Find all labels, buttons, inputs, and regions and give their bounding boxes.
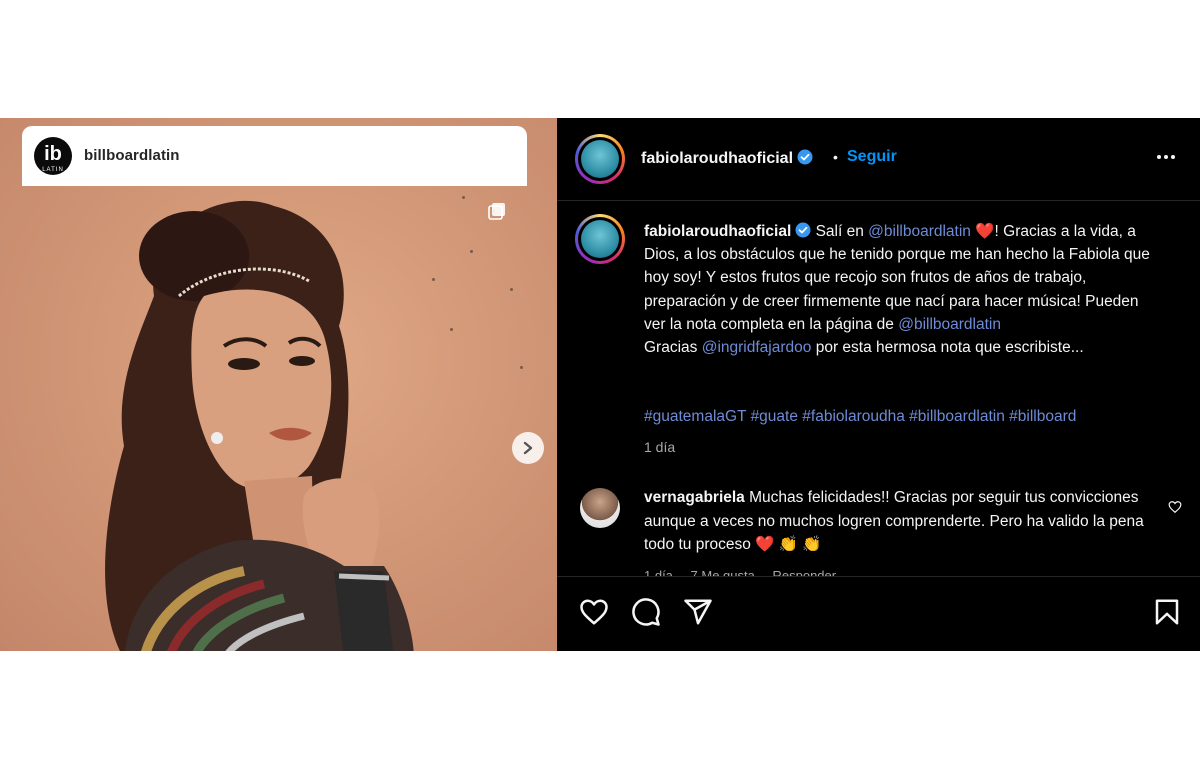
hashtag-link[interactable]: #guatemalaGT [644, 408, 746, 425]
mention-link[interactable]: @ingridfajardoo [702, 339, 812, 356]
embedded-post-card: ib LATIN billboardlatin [22, 126, 544, 651]
author-username: fabiolaroudhaoficial [641, 150, 794, 167]
comment-emojis: ❤️ 👏 👏 [755, 536, 822, 553]
embedded-username[interactable]: billboardlatin [84, 147, 180, 164]
chevron-right-icon [523, 441, 533, 455]
caption-username[interactable]: fabiolaroudhaoficial [644, 223, 791, 240]
hashtag-link[interactable]: #billboard [1009, 408, 1076, 425]
avatar-subtext: LATIN [42, 167, 64, 173]
author-avatar[interactable] [575, 134, 625, 184]
caption-part: por esta hermosa nota que escribiste... [815, 339, 1084, 357]
billboard-latin-avatar[interactable]: ib LATIN [34, 137, 72, 175]
post-header: fabiolaroudhaoficial • Seguir [557, 118, 1200, 201]
embedded-post-header: ib LATIN billboardlatin [22, 126, 527, 186]
caption-part: Gracias [644, 339, 698, 357]
post-image-panel: ib LATIN billboardlatin [0, 118, 557, 651]
caption-part: Salí en [815, 223, 864, 240]
heart-outline-icon[interactable] [579, 597, 609, 627]
avatar-text: ib [44, 143, 62, 165]
hashtag-link[interactable]: #billboardlatin [909, 408, 1005, 425]
speech-bubble-icon[interactable] [631, 597, 661, 627]
commenter-avatar[interactable] [580, 488, 620, 528]
next-image-button[interactable] [512, 432, 544, 464]
paper-plane-icon[interactable] [683, 597, 713, 627]
author-username-link[interactable]: fabiolaroudhaoficial [641, 149, 813, 168]
caption-timestamp[interactable]: 1 día [644, 439, 675, 455]
ellipsis-icon[interactable] [1154, 145, 1178, 169]
action-bar [557, 576, 1200, 651]
bookmark-icon[interactable] [1152, 597, 1182, 627]
commenter-username[interactable]: vernagabriela [644, 489, 745, 506]
hashtag-link[interactable]: #fabiolaroudha [802, 408, 905, 425]
follow-button[interactable]: Seguir [847, 148, 897, 166]
comment-like-icon[interactable] [1168, 500, 1182, 514]
verified-badge-icon [795, 222, 811, 238]
mention-link[interactable]: @billboardlatin [898, 316, 1001, 333]
instagram-post-window: ib LATIN billboardlatin fabiolaroudhaofi… [0, 118, 1200, 651]
separator-dot: • [833, 149, 838, 165]
portrait-photo [105, 200, 414, 651]
verified-badge-icon [797, 149, 813, 165]
mention-link[interactable]: @billboardlatin [868, 223, 971, 240]
heart-emoji: ❤️ [975, 223, 995, 240]
post-details-panel: fabiolaroudhaoficial • Seguir fabiolarou… [557, 118, 1200, 651]
hashtag-list: #guatemalaGT #guate #fabiolaroudha #bill… [644, 408, 1184, 426]
caption-author-avatar[interactable] [575, 214, 625, 264]
caption-text: fabiolaroudhaoficial Salí en @billboardl… [644, 220, 1164, 359]
hashtag-link[interactable]: #guate [751, 408, 798, 425]
comment-text: vernagabriela Muchas felicidades!! Graci… [644, 486, 1154, 557]
carousel-icon [488, 203, 505, 220]
